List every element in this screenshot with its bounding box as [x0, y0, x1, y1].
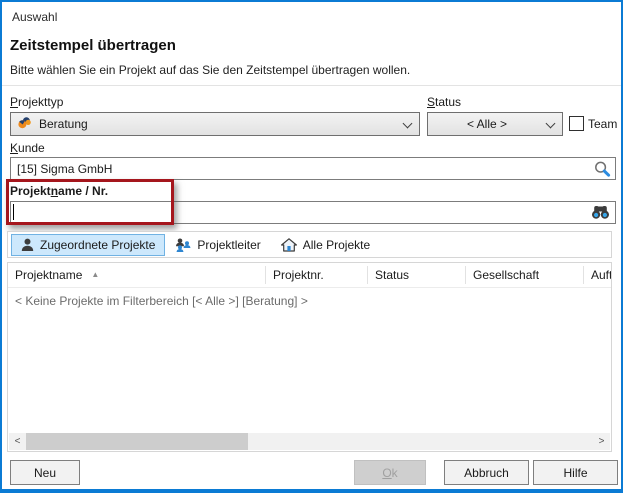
hilfe-button[interactable]: Hilfe [533, 460, 618, 485]
scrollbar-thumb[interactable] [26, 433, 248, 450]
projektname-input[interactable] [10, 201, 616, 224]
page-title: Zeitstempel übertragen [10, 37, 176, 54]
page-subtitle: Bitte wählen Sie ein Projekt auf das Sie… [10, 63, 410, 77]
column-separator[interactable] [465, 266, 466, 284]
header-underline [8, 287, 611, 288]
binoculars-icon[interactable] [591, 205, 610, 223]
abbruch-button[interactable]: Abbruch [444, 460, 529, 485]
project-type-icon [17, 115, 32, 133]
team-checkbox-label: Team [588, 117, 617, 131]
column-separator[interactable] [265, 266, 266, 284]
column-header-projektnr[interactable]: Projektnr. [273, 263, 363, 287]
column-header-gesellschaft[interactable]: Gesellschaft [473, 263, 578, 287]
kunde-label: Kunde [10, 141, 45, 155]
status-dropdown[interactable]: < Alle > [427, 112, 563, 136]
sort-ascending-icon: ▲ [91, 270, 99, 279]
header-divider [2, 85, 621, 86]
tab-label: Projektleiter [197, 238, 260, 252]
scroll-left-arrow-icon[interactable]: < [9, 433, 26, 450]
column-header-status[interactable]: Status [375, 263, 460, 287]
home-icon [281, 238, 297, 252]
ok-button[interactable]: Ok [354, 460, 426, 485]
status-label: Status [427, 95, 461, 109]
projektname-label: Projektname / Nr. [10, 184, 108, 198]
tab-zugeordnete-projekte[interactable]: Zugeordnete Projekte [11, 234, 165, 256]
table-empty-message: < Keine Projekte im Filterbereich [< All… [15, 294, 308, 308]
tab-label: Zugeordnete Projekte [40, 238, 155, 252]
horizontal-scrollbar[interactable]: < > [9, 433, 610, 450]
dialog-auswahl: Auswahl Zeitstempel übertragen Bitte wäh… [0, 0, 623, 493]
chevron-down-icon [546, 119, 556, 129]
magnifier-icon[interactable] [593, 160, 611, 181]
window-title: Auswahl [12, 10, 57, 24]
person-icon [21, 238, 34, 252]
tab-label: Alle Projekte [303, 238, 370, 252]
chevron-down-icon [403, 119, 413, 129]
column-separator[interactable] [367, 266, 368, 284]
project-view-tabbar: Zugeordnete Projekte Projektleiter [7, 231, 612, 258]
column-separator[interactable] [583, 266, 584, 284]
projekttyp-label: Projekttyp [10, 95, 63, 109]
kunde-input[interactable] [10, 157, 616, 180]
neu-button[interactable]: Neu [10, 460, 80, 485]
status-value: < Alle > [434, 117, 540, 131]
team-icon [175, 238, 191, 252]
projekttyp-value: Beratung [39, 117, 397, 131]
column-header-auftraggeber[interactable]: Auftra [591, 263, 611, 287]
projekttyp-dropdown[interactable]: Beratung [10, 112, 420, 136]
column-header-projektname[interactable]: Projektname▲ [15, 263, 260, 287]
project-table: Projektname▲ Projektnr. Status Gesellsch… [7, 262, 612, 452]
scroll-right-arrow-icon[interactable]: > [593, 433, 610, 450]
tab-projektleiter[interactable]: Projektleiter [165, 234, 270, 256]
text-caret [13, 204, 14, 220]
team-checkbox[interactable] [569, 116, 584, 131]
tab-alle-projekte[interactable]: Alle Projekte [271, 234, 380, 256]
